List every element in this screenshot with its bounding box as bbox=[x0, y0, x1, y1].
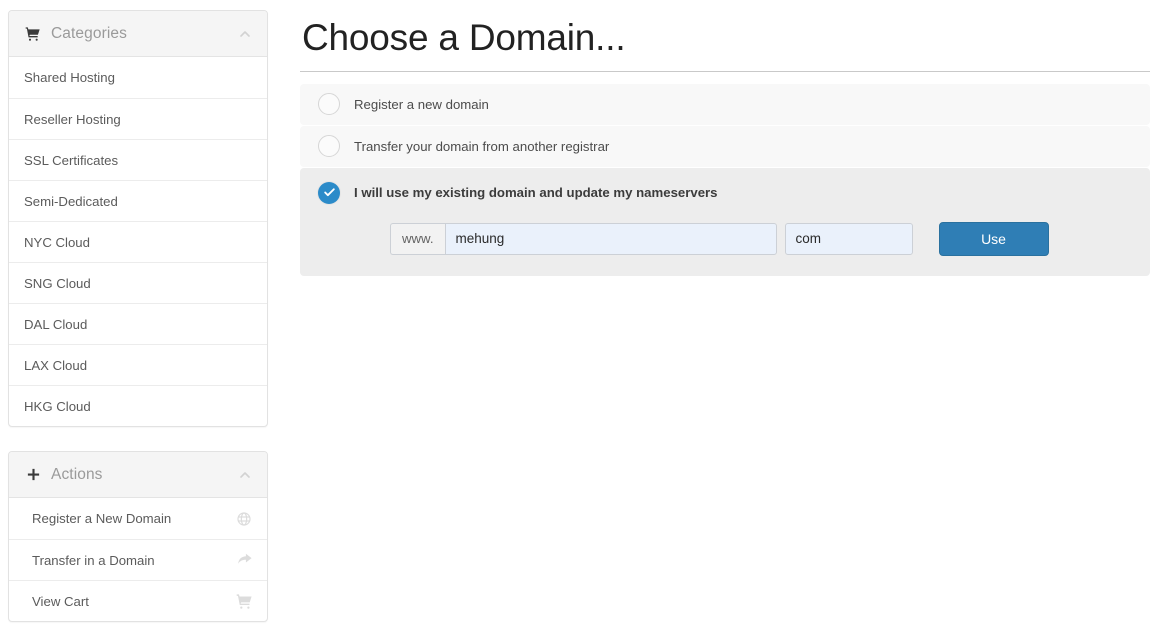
sidebar-item-label: View Cart bbox=[32, 593, 89, 609]
cart-icon bbox=[24, 25, 42, 43]
title-divider bbox=[300, 70, 1150, 72]
sidebar-item-label: Register a New Domain bbox=[32, 511, 172, 526]
domain-option-label: I will use my existing domain and update… bbox=[354, 185, 718, 201]
categories-list: Shared Hosting Reseller Hosting SSL Cert… bbox=[9, 57, 267, 426]
sidebar-item-hkg-cloud[interactable]: HKG Cloud bbox=[9, 385, 267, 426]
sidebar-item-label: Semi-Dedicated bbox=[24, 193, 118, 209]
domain-name-input[interactable] bbox=[444, 222, 777, 255]
use-domain-button[interactable]: Use bbox=[938, 221, 1049, 256]
plus-icon bbox=[24, 466, 42, 484]
sidebar-item-label: HKG Cloud bbox=[24, 398, 91, 414]
domain-option-transfer[interactable]: Transfer your domain from another regist… bbox=[300, 125, 1150, 167]
domain-option-label: Transfer your domain from another regist… bbox=[354, 138, 610, 154]
sidebar-item-reseller-hosting[interactable]: Reseller Hosting bbox=[9, 98, 267, 139]
sidebar-item-shared-hosting[interactable]: Shared Hosting bbox=[9, 57, 267, 98]
categories-panel-header[interactable]: Categories bbox=[9, 11, 267, 57]
radio-unchecked-icon[interactable] bbox=[318, 135, 340, 158]
domain-option-label: Register a new domain bbox=[354, 96, 489, 112]
globe-icon bbox=[235, 510, 253, 528]
actions-panel: Actions Register a New Domain Transfer i… bbox=[8, 451, 268, 622]
sidebar-item-transfer-domain[interactable]: Transfer in a Domain bbox=[9, 539, 267, 580]
sidebar-item-label: DAL Cloud bbox=[24, 316, 88, 332]
domain-option-existing[interactable]: I will use my existing domain and update… bbox=[300, 167, 1150, 276]
actions-list: Register a New Domain Transfer in a Doma… bbox=[9, 498, 267, 621]
actions-panel-header[interactable]: Actions bbox=[9, 452, 267, 498]
sidebar-item-label: Transfer in a Domain bbox=[32, 552, 155, 568]
radio-unchecked-icon[interactable] bbox=[318, 93, 340, 116]
categories-panel: Categories Shared Hosting Reseller Hosti… bbox=[8, 10, 268, 427]
sidebar-item-label: Reseller Hosting bbox=[24, 111, 121, 127]
cart-icon bbox=[235, 592, 253, 610]
sidebar-item-label: LAX Cloud bbox=[24, 357, 88, 373]
share-arrow-icon bbox=[235, 551, 253, 569]
actions-panel-title: Actions bbox=[51, 465, 103, 483]
page-root: Categories Shared Hosting Reseller Hosti… bbox=[0, 0, 1172, 627]
sidebar-item-ssl-certificates[interactable]: SSL Certificates bbox=[9, 139, 267, 180]
page-title: Choose a Domain... bbox=[302, 17, 626, 58]
www-prefix-addon: www. bbox=[390, 222, 445, 255]
categories-panel-title: Categories bbox=[51, 24, 127, 42]
sidebar-item-lax-cloud[interactable]: LAX Cloud bbox=[9, 344, 267, 385]
sidebar-item-label: SSL Certificates bbox=[24, 152, 119, 168]
domain-tld-input[interactable] bbox=[784, 222, 913, 255]
sidebar-item-label: NYC Cloud bbox=[24, 234, 90, 250]
radio-checked-icon[interactable] bbox=[318, 181, 340, 204]
chevron-up-icon[interactable] bbox=[237, 26, 253, 42]
chevron-up-icon[interactable] bbox=[237, 467, 253, 483]
sidebar-item-sng-cloud[interactable]: SNG Cloud bbox=[9, 262, 267, 303]
domain-input-group: www. Use bbox=[390, 221, 1049, 256]
sidebar: Categories Shared Hosting Reseller Hosti… bbox=[8, 10, 268, 622]
sidebar-item-label: SNG Cloud bbox=[24, 275, 91, 291]
sidebar-item-label: Shared Hosting bbox=[24, 70, 115, 85]
main-content: Choose a Domain... Register a new domain… bbox=[300, 10, 1150, 276]
sidebar-item-register-new-domain[interactable]: Register a New Domain bbox=[9, 498, 267, 539]
domain-option-existing-row: I will use my existing domain and update… bbox=[318, 181, 718, 204]
domain-option-register-new[interactable]: Register a new domain bbox=[300, 83, 1150, 125]
sidebar-item-dal-cloud[interactable]: DAL Cloud bbox=[9, 303, 267, 344]
sidebar-item-view-cart[interactable]: View Cart bbox=[9, 580, 267, 621]
sidebar-item-semi-dedicated[interactable]: Semi-Dedicated bbox=[9, 180, 267, 221]
sidebar-item-nyc-cloud[interactable]: NYC Cloud bbox=[9, 221, 267, 262]
